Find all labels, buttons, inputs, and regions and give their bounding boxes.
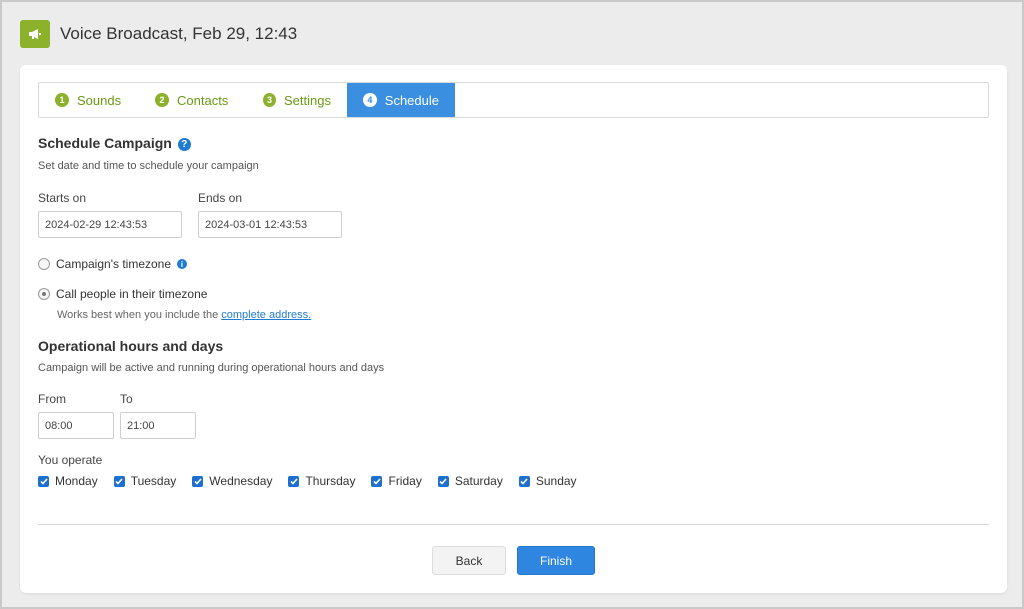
radio-button[interactable] <box>38 288 50 300</box>
day-label: Wednesday <box>209 474 273 488</box>
tab-label: Contacts <box>177 92 229 108</box>
schedule-description: Set date and time to schedule your campa… <box>38 160 259 172</box>
day-tuesday[interactable]: Tuesday <box>113 474 177 488</box>
ends-on-input[interactable]: 2024-03-01 12:43:53 <box>198 211 342 238</box>
day-friday[interactable]: Friday <box>371 474 422 488</box>
day-label: Tuesday <box>130 474 177 488</box>
day-sunday[interactable]: Sunday <box>518 474 577 488</box>
day-saturday[interactable]: Saturday <box>437 474 503 488</box>
checkbox-checked-icon[interactable] <box>288 475 300 487</box>
megaphone-icon <box>20 20 50 48</box>
operational-title: Operational hours and days <box>38 338 224 354</box>
page-header: Voice Broadcast, Feb 29, 12:43 <box>20 20 297 48</box>
tab-label: Settings <box>284 92 331 108</box>
day-label: Monday <box>55 474 98 488</box>
step-number: 1 <box>55 93 69 107</box>
day-label: Saturday <box>454 474 503 488</box>
you-operate-label: You operate <box>38 453 103 467</box>
day-label: Friday <box>388 474 422 488</box>
checkbox-checked-icon[interactable] <box>437 475 449 487</box>
radio-label: Campaign's timezone <box>56 257 172 271</box>
checkbox-checked-icon[interactable] <box>192 475 204 487</box>
from-label: From <box>38 392 66 406</box>
schedule-title: Schedule Campaign <box>38 135 172 151</box>
complete-address-link[interactable]: complete address. <box>221 309 311 321</box>
wizard-tabs: 1 Sounds 2 Contacts 3 Settings 4 Schedul… <box>38 82 989 118</box>
finish-button[interactable]: Finish <box>517 546 595 575</box>
tab-contacts[interactable]: 2 Contacts <box>139 83 247 117</box>
day-label: Thursday <box>305 474 356 488</box>
hint-text: Works best when you include the <box>57 309 222 321</box>
back-button[interactable]: Back <box>432 546 506 575</box>
timezone-hint: Works best when you include the complete… <box>57 309 311 321</box>
app-window: Voice Broadcast, Feb 29, 12:43 1 Sounds … <box>0 0 1024 609</box>
checkbox-checked-icon[interactable] <box>518 475 530 487</box>
checkbox-checked-icon[interactable] <box>371 475 383 487</box>
tab-sounds[interactable]: 1 Sounds <box>39 83 139 117</box>
operational-description: Campaign will be active and running duri… <box>38 362 385 374</box>
to-time-input[interactable]: 21:00 <box>120 412 196 439</box>
step-number: 4 <box>363 93 377 107</box>
question-icon[interactable]: ? <box>177 138 191 151</box>
tab-label: Schedule <box>384 92 439 108</box>
checkbox-checked-icon[interactable] <box>113 475 125 487</box>
campaign-timezone-option[interactable]: Campaign's timezone i <box>38 257 188 271</box>
page-title: Voice Broadcast, Feb 29, 12:43 <box>60 24 298 43</box>
info-icon[interactable]: i <box>177 259 188 269</box>
tab-settings[interactable]: 3 Settings <box>247 83 347 117</box>
tab-label: Sounds <box>77 92 122 108</box>
step-number: 3 <box>263 93 277 107</box>
from-time-input[interactable]: 08:00 <box>38 412 114 439</box>
wizard-card: 1 Sounds 2 Contacts 3 Settings 4 Schedul… <box>20 65 1007 593</box>
starts-on-input[interactable]: 2024-02-29 12:43:53 <box>38 211 182 238</box>
recipient-timezone-option[interactable]: Call people in their timezone <box>38 287 207 301</box>
to-label: To <box>120 392 133 406</box>
schedule-heading: Schedule Campaign? <box>38 135 191 151</box>
step-number: 2 <box>155 93 169 107</box>
starts-on-label: Starts on <box>38 191 87 205</box>
operating-days: Monday Tuesday Wednesday Thursday Friday… <box>38 474 593 488</box>
divider <box>38 524 989 525</box>
day-wednesday[interactable]: Wednesday <box>192 474 272 488</box>
checkbox-checked-icon[interactable] <box>38 475 49 487</box>
radio-label: Call people in their timezone <box>56 287 208 301</box>
radio-button[interactable] <box>38 258 50 270</box>
ends-on-label: Ends on <box>198 191 243 205</box>
tab-schedule[interactable]: 4 Schedule <box>347 83 455 117</box>
day-thursday[interactable]: Thursday <box>288 474 355 488</box>
day-label: Sunday <box>535 474 577 488</box>
day-monday[interactable]: Monday <box>38 474 98 488</box>
